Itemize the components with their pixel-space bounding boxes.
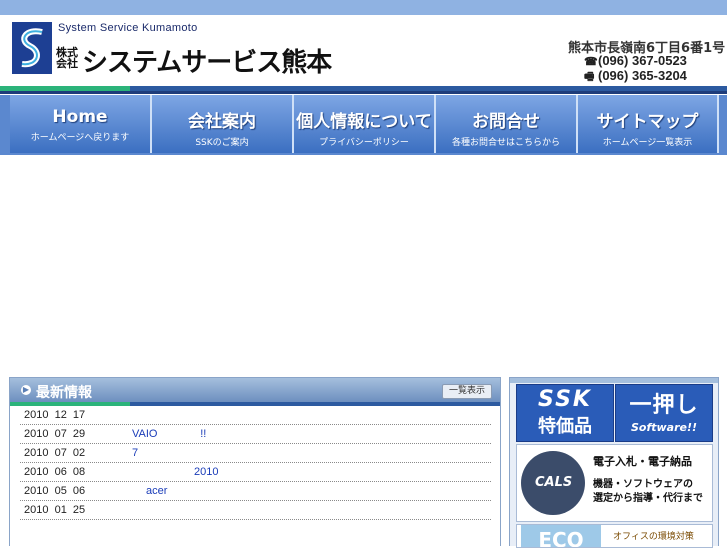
nav-privacy-sub: プライバシーポリシー <box>319 138 409 148</box>
nav-privacy[interactable]: 個人情報について プライバシーポリシー <box>294 95 436 153</box>
nav-sitemap-title: サイトマップ <box>596 112 699 132</box>
top-strip <box>0 0 727 15</box>
phone-icon: ☎ <box>584 56 598 68</box>
news-link[interactable]: 2010 <box>194 466 218 478</box>
phone-number: ☎(096) 367-0523 <box>584 53 687 68</box>
news-date: 2010 01 25 <box>24 504 86 516</box>
list-item[interactable]: 2010 12 17 <box>20 406 491 425</box>
fax-number: 🖷 (096) 365-3204 <box>584 68 687 87</box>
eco-text: オフィスの環境対策 <box>613 532 694 542</box>
nav-sitemap-sub: ホームページ一覧表示 <box>602 138 693 148</box>
ssk-bargain-banner[interactable]: SSK 特価品 <box>516 384 614 442</box>
news-header: ▶ 最新情報 一覧表示 <box>10 378 500 402</box>
cals-label: CALS <box>535 475 573 490</box>
cals-line2: 選定から指導・代行まで <box>593 493 703 504</box>
nav-home-sub: ホームページへ戻ります <box>30 133 130 143</box>
news-date: 2010 05 06 <box>24 485 86 497</box>
side-banners: SSK 特価品 一押し Software!! CALS 電子入札・電子納品 機器… <box>509 377 719 548</box>
cals-banner[interactable]: CALS 電子入札・電子納品 機器・ソフトウェアの 選定から指導・代行まで <box>516 444 713 522</box>
nav-company-sub: SSKのご案内 <box>195 138 249 148</box>
push-banner-title: 一押し <box>629 393 699 418</box>
list-item[interactable]: 2010 07 02 7 <box>20 444 491 463</box>
list-item[interactable]: 2010 07 29 VAIO !! <box>20 425 491 444</box>
nav-privacy-title: 個人情報について <box>296 112 432 132</box>
cals-disc-icon: CALS <box>521 451 585 515</box>
ssk-banner-sub: 特価品 <box>538 416 592 437</box>
main-nav: Home ホームページへ戻ります 会社案内 SSKのご案内 個人情報について プ… <box>0 95 727 155</box>
nav-sitemap[interactable]: サイトマップ ホームページ一覧表示 <box>578 95 719 153</box>
arrow-right-icon: ▶ <box>21 385 31 395</box>
news-date: 2010 12 17 <box>24 409 86 421</box>
fax-text: (096) 365-3204 <box>598 68 687 83</box>
company-name-en: System Service Kumamoto <box>58 22 198 34</box>
nav-contact-title: お問合せ <box>472 112 540 132</box>
company-name: システムサービス熊本 <box>82 48 332 78</box>
nav-contact[interactable]: お問合せ 各種お問合せはこちらから <box>436 95 578 153</box>
news-title: 最新情報 <box>36 385 92 401</box>
fax-icon: 🖷 <box>584 71 595 83</box>
nav-company[interactable]: 会社案内 SSKのご案内 <box>152 95 294 153</box>
news-link[interactable]: acer <box>146 485 167 497</box>
side-header-bar <box>510 378 718 383</box>
news-link[interactable]: VAIO !! <box>132 428 206 440</box>
news-list: 2010 12 17 2010 07 29 VAIO !! 2010 07 02… <box>20 406 491 520</box>
ssk-banner-title: SSK <box>538 387 592 412</box>
news-date: 2010 07 02 <box>24 447 86 459</box>
nav-company-title: 会社案内 <box>188 112 256 132</box>
news-list-button[interactable]: 一覧表示 <box>442 384 492 399</box>
recommended-software-banner[interactable]: 一押し Software!! <box>615 384 713 442</box>
company-logo-icon <box>12 22 52 74</box>
list-item[interactable]: 2010 06 08 2010 <box>20 463 491 482</box>
company-type: 株式会社 <box>56 46 78 70</box>
push-banner-sub: Software!! <box>630 421 698 434</box>
cals-line1: 機器・ソフトウェアの <box>593 479 693 490</box>
header-divider <box>0 91 727 94</box>
news-date: 2010 07 29 <box>24 428 86 440</box>
eco-banner[interactable]: ECO オフィスの環境対策 <box>516 524 713 548</box>
nav-home[interactable]: Home ホームページへ戻ります <box>10 95 152 153</box>
phone-text: (096) 367-0523 <box>598 53 687 68</box>
list-item[interactable]: 2010 01 25 <box>20 501 491 520</box>
main-content-area <box>0 155 727 377</box>
news-panel: ▶ 最新情報 一覧表示 2010 12 17 2010 07 29 VAIO !… <box>9 377 501 546</box>
cals-heading: 電子入札・電子納品 <box>593 455 692 468</box>
list-item[interactable]: 2010 05 06 acer <box>20 482 491 501</box>
news-link[interactable]: 7 <box>132 447 138 459</box>
news-date: 2010 06 08 <box>24 466 86 478</box>
nav-home-title: Home <box>52 107 108 127</box>
nav-contact-sub: 各種お問合せはこちらから <box>451 138 560 148</box>
